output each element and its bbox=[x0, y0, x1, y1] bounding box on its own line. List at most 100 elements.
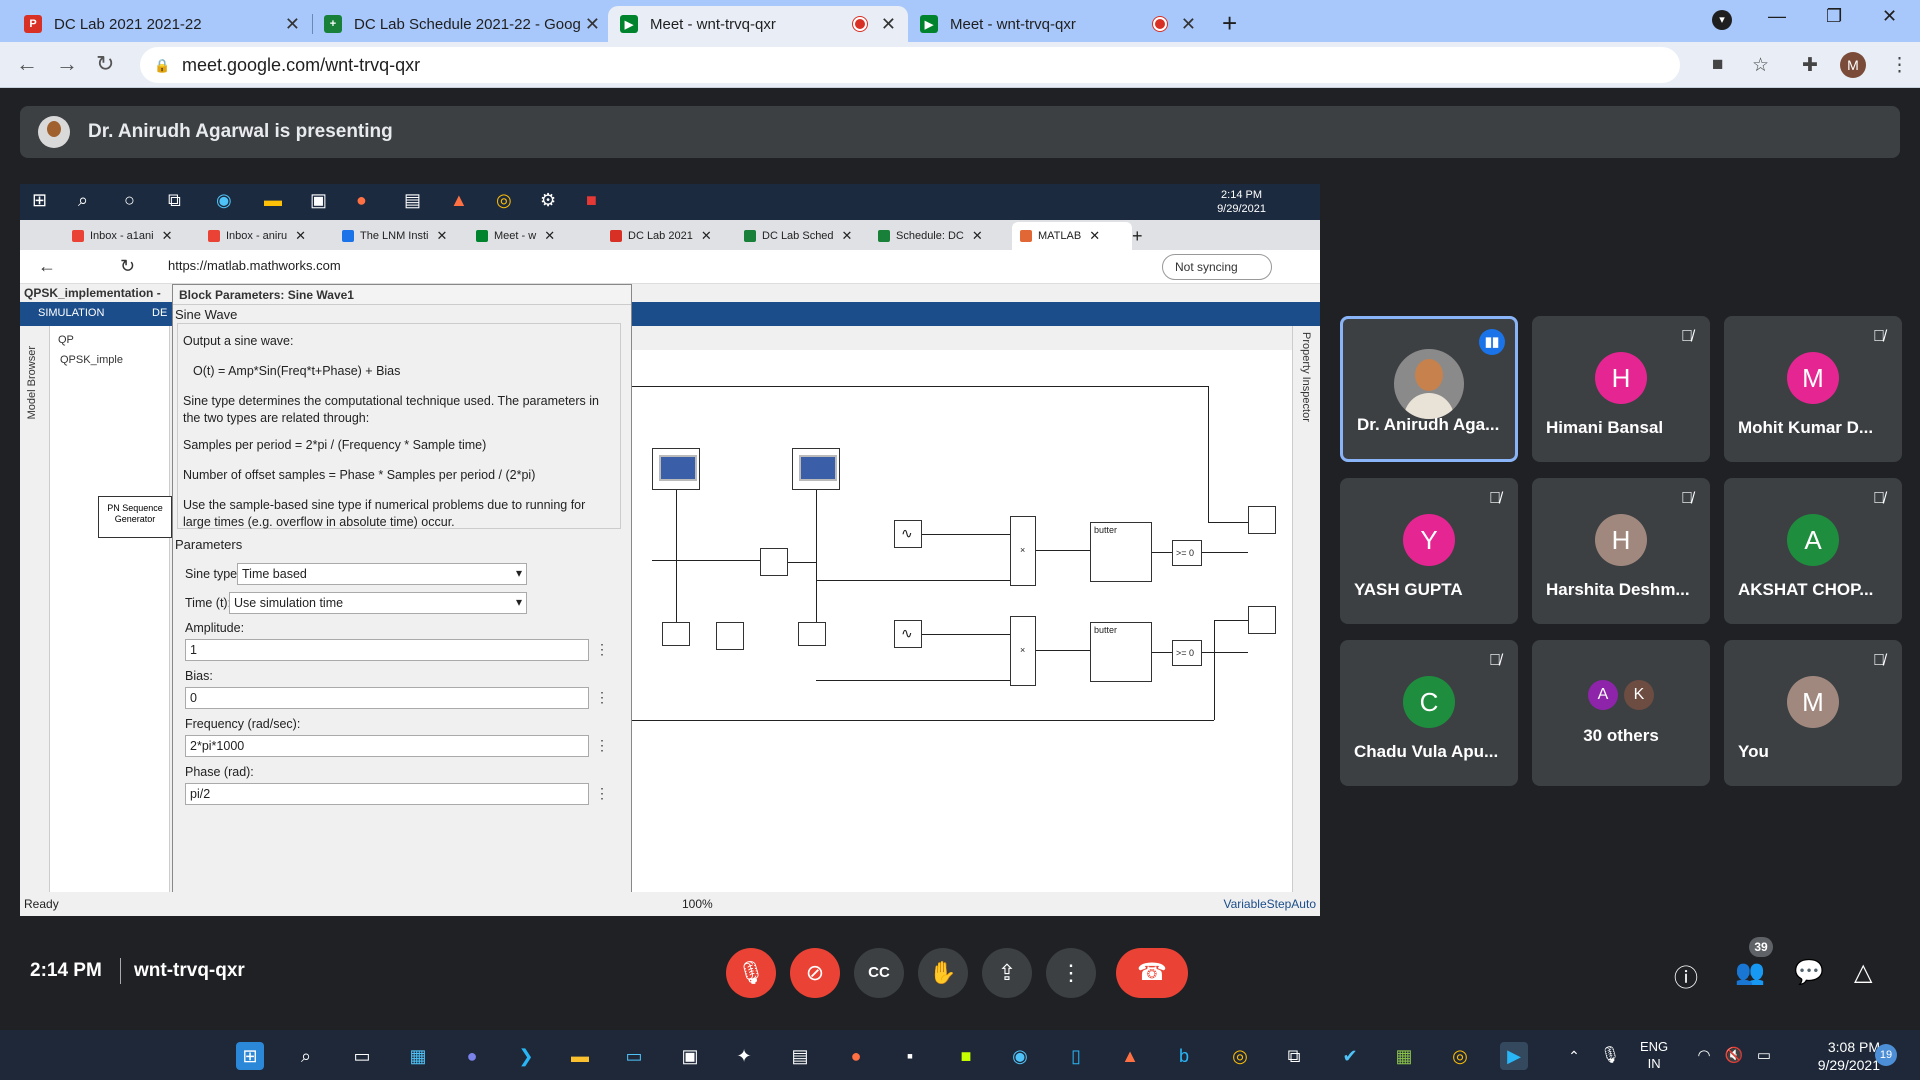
microphone-icon[interactable]: 🎙 bbox=[1596, 1042, 1624, 1070]
filter-block: butter bbox=[1090, 522, 1152, 582]
participant-tile[interactable]: 🎙̸ H Himani Bansal bbox=[1532, 316, 1710, 462]
star-icon[interactable]: ☆ bbox=[1752, 54, 1769, 77]
monitor-icon[interactable]: ▭ bbox=[620, 1042, 648, 1070]
presenter-avatar bbox=[38, 116, 70, 148]
participant-tile[interactable]: 🎙̸ A AKSHAT CHOP... bbox=[1724, 478, 1902, 624]
menu-icon[interactable]: ⋮ bbox=[1890, 54, 1909, 77]
taskbar-clock[interactable]: 3:08 PM 9/29/2021 bbox=[1790, 1038, 1880, 1074]
mic-off-icon: 🎙̸ bbox=[1873, 328, 1885, 345]
phase-input[interactable]: pi/2 bbox=[185, 783, 589, 805]
extensions-icon[interactable]: ✚ bbox=[1802, 54, 1818, 77]
participant-tile-presenter[interactable]: ▮▮ Dr. Anirudh Aga... bbox=[1340, 316, 1518, 462]
chat-icon[interactable]: 💬 bbox=[1794, 958, 1824, 987]
reload-icon[interactable]: ↻ bbox=[96, 51, 114, 77]
wifi-icon[interactable]: ◠ bbox=[1690, 1042, 1718, 1070]
mic-off-icon: 🎙̸ bbox=[1489, 652, 1501, 669]
restore-icon[interactable]: ❐ bbox=[1826, 6, 1842, 27]
frequency-input[interactable]: 2*pi*1000 bbox=[185, 735, 589, 757]
chrome-profile-icon[interactable]: ◎ bbox=[1446, 1042, 1474, 1070]
volume-muted-icon[interactable]: 🔇 bbox=[1720, 1042, 1748, 1070]
profile-avatar[interactable]: M bbox=[1840, 52, 1866, 78]
browser-tab[interactable]: + DC Lab Schedule 2021-22 - Goog ✕ bbox=[312, 6, 612, 42]
participant-tile[interactable]: 🎙̸ M Mohit Kumar D... bbox=[1724, 316, 1902, 462]
edge-url: https://matlab.mathworks.com bbox=[168, 258, 341, 273]
more-options-icon[interactable]: ⋮ bbox=[595, 735, 609, 757]
mic-off-icon: 🎙̸ bbox=[1681, 490, 1693, 507]
self-tile[interactable]: 🎙̸ M You bbox=[1724, 640, 1902, 786]
address-bar[interactable]: 🔒 meet.google.com/wnt-trvq-qxr bbox=[140, 47, 1680, 83]
dropbox-icon[interactable]: ✦ bbox=[730, 1042, 758, 1070]
activities-icon[interactable]: △ bbox=[1854, 958, 1872, 987]
info-icon[interactable]: ⓘ bbox=[1674, 958, 1698, 993]
leave-call-button[interactable]: ☎ bbox=[1116, 948, 1188, 998]
teams-icon[interactable]: ● bbox=[458, 1042, 486, 1070]
snip-icon[interactable]: ⧉ bbox=[1280, 1042, 1308, 1070]
language-indicator[interactable]: ENG IN bbox=[1640, 1038, 1668, 1072]
people-icon[interactable]: 👥 bbox=[1735, 958, 1765, 987]
more-options-icon[interactable]: ⋮ bbox=[595, 639, 609, 661]
camera-off-button[interactable]: ⊘ bbox=[790, 948, 840, 998]
vscode-icon[interactable]: ❯ bbox=[512, 1042, 540, 1070]
firefox-icon: ● bbox=[356, 190, 367, 210]
others-tile[interactable]: A K 30 others bbox=[1532, 640, 1710, 786]
bias-input[interactable]: 0 bbox=[185, 687, 589, 709]
search-icon[interactable]: ⌕ bbox=[292, 1042, 320, 1070]
camera-icon[interactable]: ■ bbox=[1712, 54, 1723, 76]
edge-icon[interactable]: ◉ bbox=[1006, 1042, 1034, 1070]
notepad-icon[interactable]: ▯ bbox=[1062, 1042, 1090, 1070]
sine-type-select[interactable]: Time based bbox=[237, 563, 527, 585]
battery-icon[interactable]: ▭ bbox=[1750, 1042, 1778, 1070]
participant-tile[interactable]: 🎙̸ Y YASH GUPTA bbox=[1340, 478, 1518, 624]
active-app-icon[interactable]: ▶ bbox=[1500, 1042, 1528, 1070]
browser-tab-active[interactable]: ▶ Meet - wnt-trvq-qxr ✕ bbox=[608, 6, 908, 42]
browser-tab[interactable]: ▶ Meet - wnt-trvq-qxr ✕ bbox=[908, 6, 1208, 42]
more-options-icon[interactable]: ⋮ bbox=[595, 783, 609, 805]
more-options-button[interactable]: ⋮ bbox=[1046, 948, 1096, 998]
participant-tile[interactable]: 🎙̸ H Harshita Deshm... bbox=[1532, 478, 1710, 624]
pycharm-icon[interactable]: ■ bbox=[952, 1042, 980, 1070]
store-icon[interactable]: ▣ bbox=[676, 1042, 704, 1070]
browser-tab[interactable]: P DC Lab 2021 2021-22 ✕ bbox=[12, 6, 312, 42]
widgets-icon[interactable]: ▦ bbox=[404, 1042, 432, 1070]
start-icon[interactable]: ⊞ bbox=[236, 1042, 264, 1070]
close-tab-icon[interactable]: ✕ bbox=[1181, 14, 1196, 35]
taskview-icon[interactable]: ▭ bbox=[348, 1042, 376, 1070]
terminal-icon[interactable]: ▪ bbox=[896, 1042, 924, 1070]
minimize-icon[interactable]: — bbox=[1768, 6, 1786, 27]
participant-tile[interactable]: 🎙̸ C Chadu Vula Apu... bbox=[1340, 640, 1518, 786]
captions-button[interactable]: CC bbox=[854, 948, 904, 998]
participant-name: Harshita Deshm... bbox=[1546, 580, 1690, 599]
todo-icon[interactable]: ✔ bbox=[1336, 1042, 1364, 1070]
close-window-icon[interactable]: ✕ bbox=[1882, 6, 1897, 27]
matlab-icon[interactable]: ▲ bbox=[1116, 1042, 1144, 1070]
bing-icon[interactable]: b bbox=[1170, 1042, 1198, 1070]
present-button[interactable]: ⇪ bbox=[982, 948, 1032, 998]
tray-expand-icon[interactable]: ⌃ bbox=[1560, 1042, 1588, 1070]
sine-wave-block: ∿ bbox=[894, 520, 922, 548]
explorer-icon[interactable]: ▬ bbox=[566, 1042, 594, 1070]
amplitude-input[interactable]: 1 bbox=[185, 639, 589, 661]
time-select[interactable]: Use simulation time bbox=[229, 592, 527, 614]
close-tab-icon[interactable]: ✕ bbox=[881, 14, 896, 35]
windows-taskbar: ⊞ ⌕ ▭ ▦ ● ❯ ▬ ▭ ▣ ✦ ▤ ● ▪ ■ ◉ ▯ ▲ b ◎ ⧉ … bbox=[0, 1030, 1920, 1080]
chrome-icon[interactable]: ◎ bbox=[1226, 1042, 1254, 1070]
meet-stage: Dr. Anirudh Agarwal is presenting ⊞ ⌕ ○ … bbox=[0, 88, 1920, 1030]
time-label: Time (t): bbox=[185, 596, 232, 610]
app-icon[interactable]: ▦ bbox=[1390, 1042, 1418, 1070]
notification-badge[interactable]: 19 bbox=[1875, 1044, 1897, 1066]
new-tab-icon[interactable]: + bbox=[1222, 8, 1237, 39]
calculator-icon[interactable]: ▤ bbox=[786, 1042, 814, 1070]
more-options-icon[interactable]: ⋮ bbox=[595, 687, 609, 709]
tab-search-icon[interactable]: ▾ bbox=[1712, 10, 1732, 30]
edge-address-bar: ← ↻ https://matlab.mathworks.com Not syn… bbox=[20, 250, 1320, 284]
raise-hand-button[interactable]: ✋ bbox=[918, 948, 968, 998]
taskview-icon: ⧉ bbox=[168, 190, 181, 210]
firefox-icon[interactable]: ● bbox=[842, 1042, 870, 1070]
close-tab-icon[interactable]: ✕ bbox=[285, 14, 300, 35]
forward-icon[interactable]: → bbox=[56, 51, 78, 77]
edge-tab-strip: Inbox - a1ani ✕ Inbox - aniru ✕ The LNM In… bbox=[20, 220, 1320, 250]
store-icon: ▣ bbox=[310, 190, 328, 210]
back-icon[interactable]: ← bbox=[16, 51, 38, 77]
close-tab-icon[interactable]: ✕ bbox=[585, 14, 600, 35]
mic-off-button[interactable]: 🎙 bbox=[726, 948, 776, 998]
